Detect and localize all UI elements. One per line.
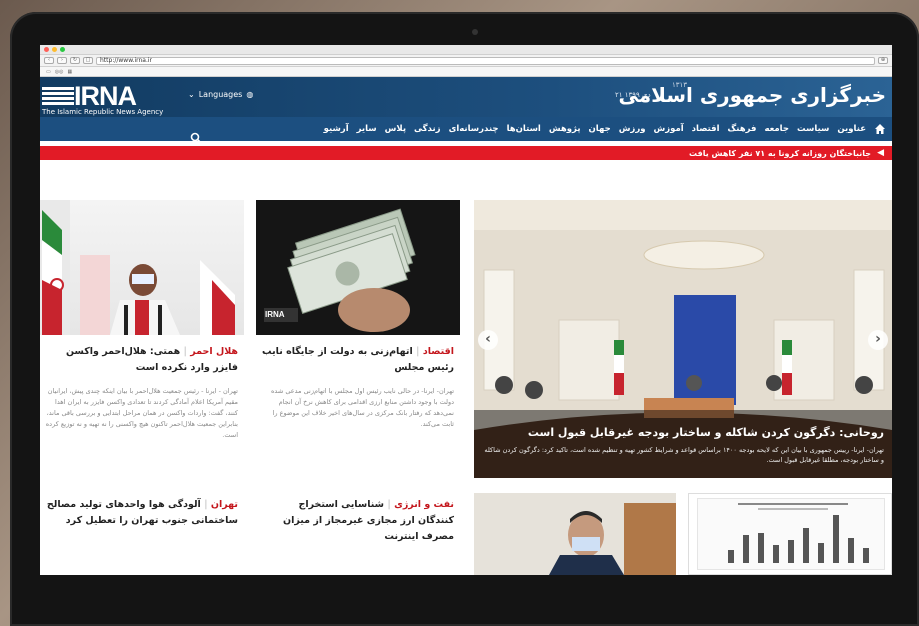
nav-item-culture[interactable]: فرهنگ bbox=[728, 124, 757, 134]
bookmarks-bar: ▭ ◎◎ ▦ bbox=[40, 67, 892, 77]
browser-toolbar: ‹ › ↻ □ http://www.irna.ir ⊕ bbox=[40, 55, 892, 67]
main-nav: عناوین سیاست جامعه فرهنگ اقتصاد آموزش ور… bbox=[40, 117, 892, 141]
hero-slider[interactable]: ‹ › روحانی: دگرگون کردن شاکله و ساختار ب… bbox=[474, 200, 892, 478]
news-card-economy[interactable]: IRNA اقتصاد | اتهام‌زنی به دولت از جایگا… bbox=[256, 200, 460, 483]
nav-item-provinces[interactable]: استان‌ها bbox=[507, 124, 541, 134]
ticker-text: جانباختگان روزانه کرونا به ۷۱ نفر کاهش ی… bbox=[689, 148, 872, 158]
redcrescent-photo bbox=[40, 200, 244, 335]
reader-button[interactable]: ⊕ bbox=[878, 57, 888, 64]
chart-bar bbox=[803, 528, 809, 563]
close-window-icon[interactable] bbox=[44, 47, 49, 52]
chart-bar bbox=[758, 533, 764, 563]
nav-item-world[interactable]: جهان bbox=[589, 124, 611, 134]
news-card-redcrescent[interactable]: هلال احمر | همتی: هلال‌احمر واکسن فایزر … bbox=[40, 200, 244, 483]
nav-item-education[interactable]: آموزش bbox=[654, 124, 684, 134]
nav-item-economy[interactable]: اقتصاد bbox=[692, 124, 720, 134]
official-portrait-photo bbox=[474, 493, 676, 575]
logo-bars-icon bbox=[42, 87, 74, 107]
nav-item-archive[interactable]: آرشیو bbox=[324, 124, 349, 134]
home-icon[interactable] bbox=[874, 123, 886, 135]
nav-item-multimedia[interactable]: چندرسانه‌ای bbox=[449, 124, 499, 134]
chart-bar bbox=[818, 543, 824, 563]
nav-item-research[interactable]: پژوهش bbox=[549, 124, 581, 134]
address-bar[interactable]: http://www.irna.ir bbox=[96, 56, 875, 65]
redcrescent-category[interactable]: هلال احمر bbox=[190, 346, 238, 357]
chart-bar bbox=[743, 535, 749, 563]
news-card-oil[interactable]: نفت و انرژی | شناسایی استخراج کنندگان ار… bbox=[256, 493, 460, 553]
nav-item-life[interactable]: زندگی bbox=[414, 124, 441, 134]
languages-label: Languages bbox=[198, 90, 243, 99]
chart-bar bbox=[788, 540, 794, 563]
search-icon[interactable] bbox=[190, 132, 202, 144]
minimize-window-icon[interactable] bbox=[52, 47, 57, 52]
chart-bar bbox=[848, 538, 854, 563]
browser-screen: ‹ › ↻ □ http://www.irna.ir ⊕ ▭ ◎◎ ▦ IRNA… bbox=[40, 45, 892, 575]
irna-photo-tag: IRNA bbox=[265, 310, 285, 319]
oil-category[interactable]: نفت و انرژی bbox=[394, 499, 454, 510]
grid-icon[interactable]: ▦ bbox=[67, 69, 72, 75]
nav-item-plus[interactable]: پلاس bbox=[385, 124, 406, 134]
maximize-window-icon[interactable] bbox=[60, 47, 65, 52]
chart-heading-line bbox=[738, 503, 848, 505]
languages-dropdown[interactable]: ⌄ Languages ◍ bbox=[188, 90, 253, 99]
banknotes-photo-illustration bbox=[264, 208, 416, 332]
news-card-chart[interactable] bbox=[688, 493, 892, 575]
irna-logo[interactable]: IRNA The Islamic Republic News Agency bbox=[42, 81, 182, 116]
news-card-tehran[interactable]: تهران | آلودگی هوا واحدهای تولید مصالح س… bbox=[40, 493, 244, 553]
nav-item-titles[interactable]: عناوین bbox=[837, 124, 866, 134]
carousel-prev-button[interactable]: ‹ bbox=[478, 330, 498, 350]
tehran-category[interactable]: تهران bbox=[211, 499, 238, 510]
globe-icon: ◍ bbox=[246, 90, 254, 99]
hero-desc: تهران- ایرنا- رییس جمهوری با بیان این که… bbox=[484, 446, 884, 464]
ticker-arrow-icon: ◀ bbox=[877, 148, 884, 158]
nav-item-politics[interactable]: سیاست bbox=[797, 124, 829, 134]
bookmark-icon[interactable]: ▭ bbox=[46, 69, 51, 75]
nav-item-sports[interactable]: ورزش bbox=[619, 124, 646, 134]
tehran-title[interactable]: تهران | آلودگی هوا واحدهای تولید مصالح س… bbox=[44, 497, 238, 529]
hero-title[interactable]: روحانی: دگرگون کردن شاکله و ساختار بودجه… bbox=[484, 426, 884, 439]
reading-list-icon[interactable]: ◎◎ bbox=[55, 69, 64, 75]
chart-bar bbox=[863, 548, 869, 563]
nav-item-society[interactable]: جامعه bbox=[764, 124, 789, 134]
economy-photo: IRNA bbox=[256, 200, 460, 335]
chart-subheading-line bbox=[758, 508, 828, 510]
reload-button[interactable]: ↻ bbox=[70, 57, 80, 64]
chart-bar bbox=[773, 545, 779, 563]
share-button[interactable]: □ bbox=[83, 57, 93, 64]
chart-thumbnail bbox=[697, 498, 885, 570]
back-button[interactable]: ‹ bbox=[44, 57, 54, 64]
logo-subtitle: The Islamic Republic News Agency bbox=[42, 108, 164, 116]
camera-dot bbox=[472, 29, 478, 35]
chart-bar bbox=[728, 550, 734, 563]
news-card-hemmati[interactable] bbox=[474, 493, 676, 575]
economy-title[interactable]: اقتصاد | اتهام‌زنی به دولت از جایگاه نای… bbox=[260, 344, 454, 376]
chart-bar bbox=[833, 515, 839, 563]
carousel-next-button[interactable]: › bbox=[868, 330, 888, 350]
economy-desc: تهران- ایرنا- در حالی نایب رئیس اول مجلس… bbox=[271, 387, 454, 428]
brand-title-fa: خبرگزاری جمهوری اسلامی bbox=[618, 83, 886, 107]
economy-category[interactable]: اقتصاد bbox=[423, 346, 454, 357]
nav-item-other[interactable]: سایر bbox=[357, 124, 377, 134]
redcrescent-desc: تهران - ایرنا - رئیس جمعیت هلال‌احمر با … bbox=[45, 387, 238, 439]
redcrescent-title[interactable]: هلال احمر | همتی: هلال‌احمر واکسن فایزر … bbox=[44, 344, 238, 376]
site-header: IRNA The Islamic Republic News Agency ⌄ … bbox=[40, 77, 892, 117]
forward-button[interactable]: › bbox=[57, 57, 67, 64]
chevron-down-icon: ⌄ bbox=[188, 90, 195, 99]
browser-tab-bar bbox=[40, 45, 892, 55]
breaking-news-ticker[interactable]: ◀ جانباختگان روزانه کرونا به ۷۱ نفر کاهش… bbox=[40, 146, 892, 160]
spokesman-photo-illustration bbox=[40, 200, 235, 335]
oil-title[interactable]: نفت و انرژی | شناسایی استخراج کنندگان ار… bbox=[260, 497, 454, 545]
